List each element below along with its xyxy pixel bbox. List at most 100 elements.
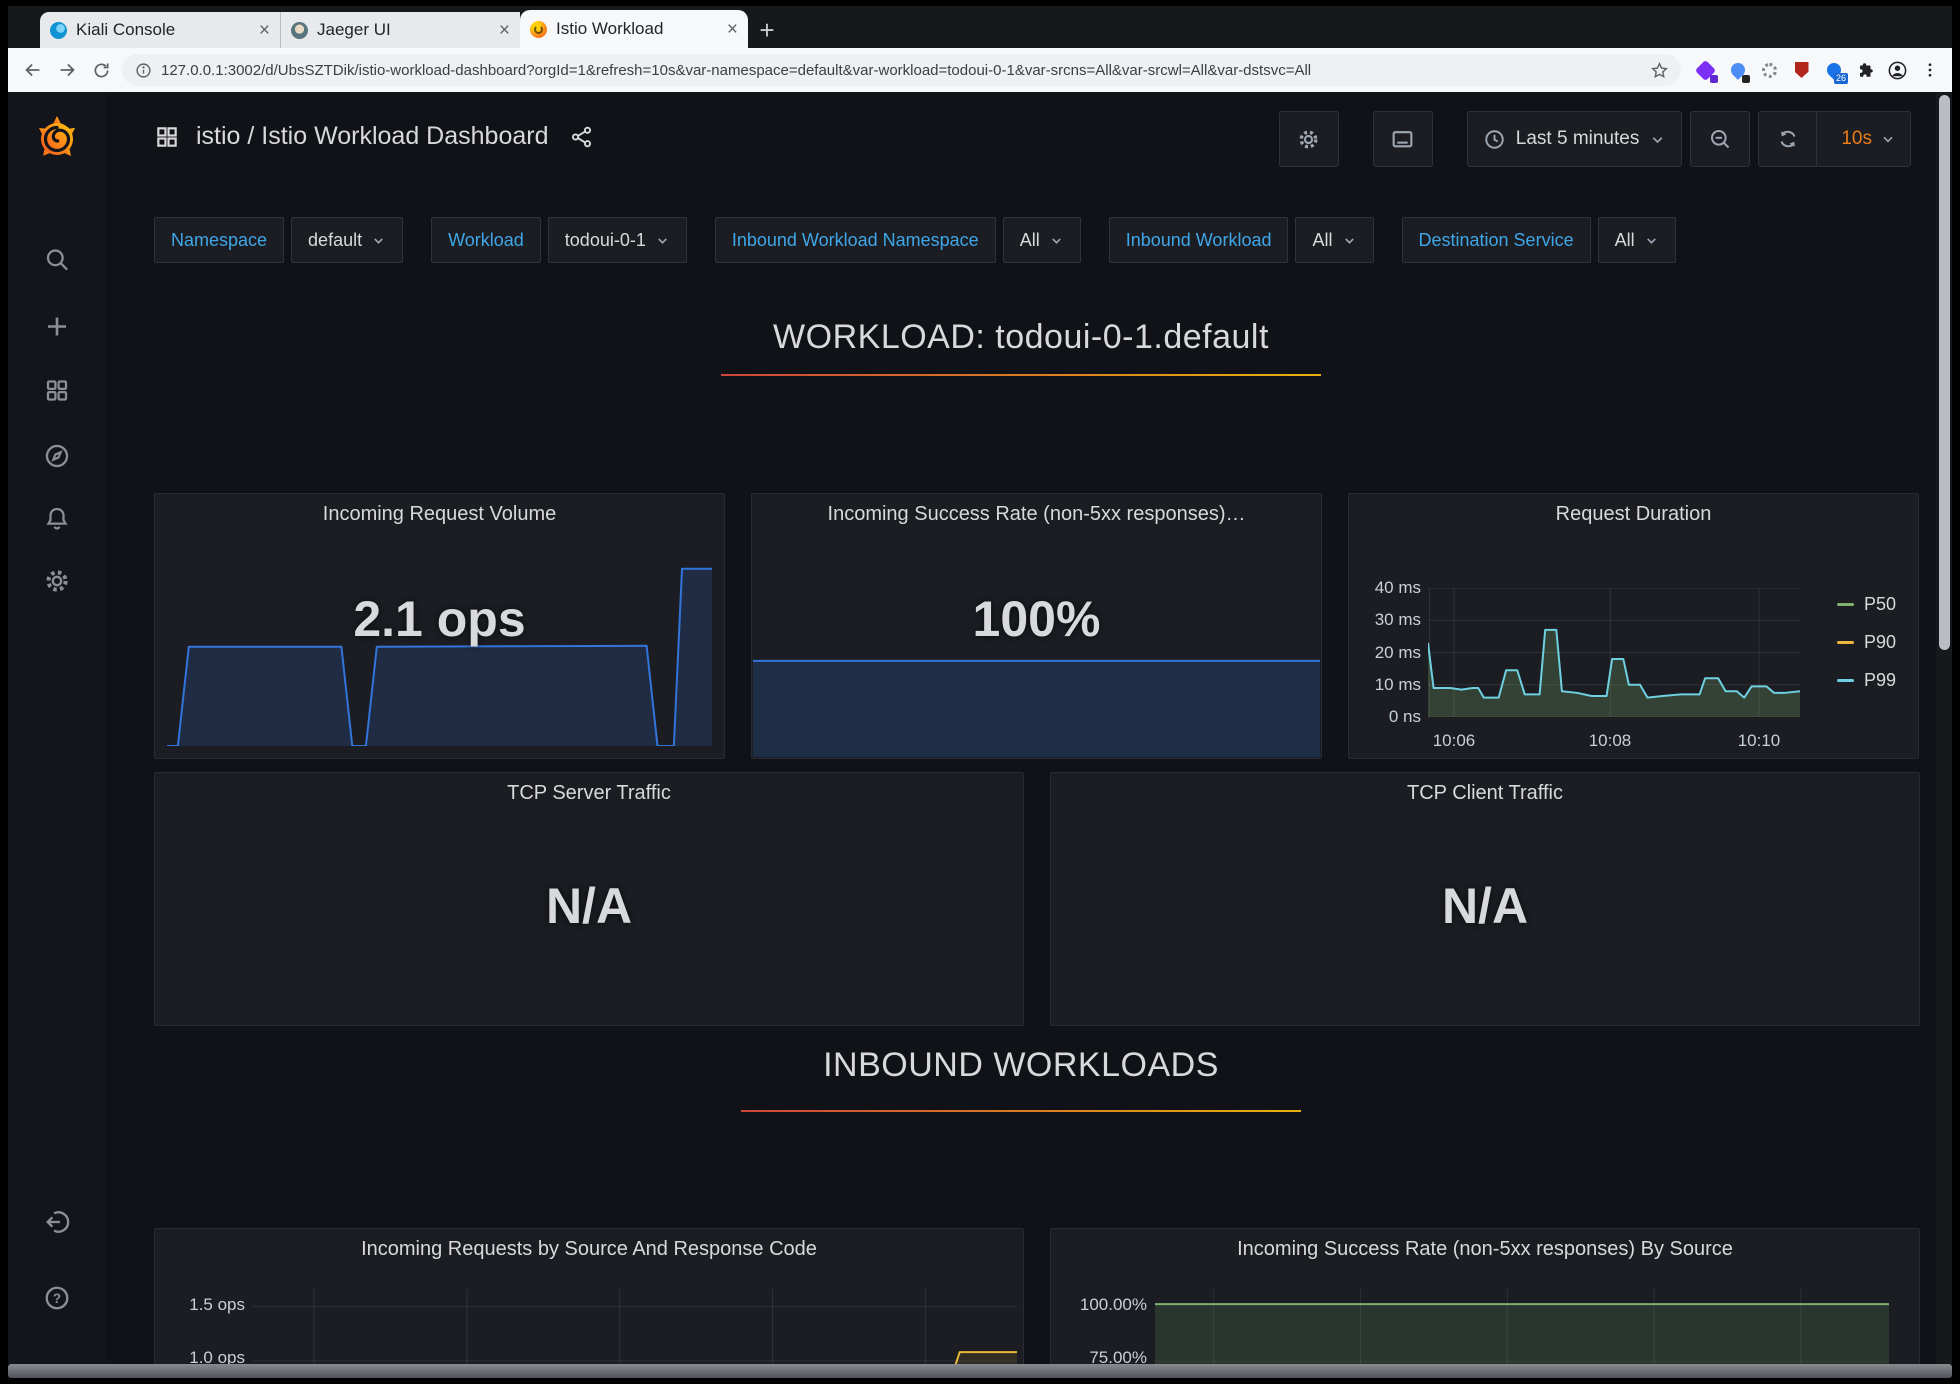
variable-label-inbound-workload: Inbound Workload <box>1109 217 1289 263</box>
y-axis-tick: 0 ns <box>1359 707 1421 727</box>
alerting-bell-icon[interactable] <box>44 505 71 532</box>
grafana-logo-icon[interactable] <box>33 114 81 162</box>
search-icon[interactable] <box>44 246 71 273</box>
extension-icon[interactable] <box>1727 60 1748 81</box>
browser-window: Kiali Console × Jaeger UI × Istio Worklo… <box>0 0 1960 1384</box>
x-axis-tick: 10:06 <box>1419 731 1489 751</box>
y-axis-tick: 1.5 ops <box>173 1295 245 1315</box>
dashboard-squares-icon[interactable] <box>154 124 180 150</box>
horizontal-scrollbar[interactable] <box>8 1364 1952 1378</box>
extension-icon[interactable] <box>1695 60 1716 81</box>
legend-item-p50[interactable]: P50 <box>1837 594 1896 615</box>
chevron-down-icon <box>1049 233 1064 248</box>
extension-badge <box>1742 75 1750 83</box>
page-info-icon[interactable] <box>134 61 152 79</box>
panel-title[interactable]: TCP Server Traffic <box>155 773 1023 813</box>
clock-icon <box>1483 128 1506 151</box>
forward-icon[interactable] <box>54 57 80 83</box>
stat-value: 100% <box>752 590 1321 648</box>
variable-label-destination-service: Destination Service <box>1402 217 1591 263</box>
share-icon[interactable] <box>570 125 594 149</box>
panel-title[interactable]: Incoming Success Rate (non-5xx responses… <box>1051 1229 1919 1269</box>
tv-kiosk-button[interactable] <box>1373 111 1433 167</box>
chevron-down-icon <box>1342 233 1357 248</box>
tab-kiali-console[interactable]: Kiali Console × <box>40 12 280 48</box>
address-bar[interactable]: 127.0.0.1:3002/d/UbsSZTDik/istio-workloa… <box>122 54 1681 86</box>
template-variables-row: Namespace default Workload todoui-0-1 In… <box>154 217 1676 263</box>
menu-kebab-icon[interactable] <box>1919 60 1940 81</box>
chevron-down-icon <box>655 233 670 248</box>
workload-section-title[interactable]: WORKLOAD: todoui-0-1.default <box>106 318 1936 357</box>
kiali-favicon-icon <box>50 22 67 39</box>
y-axis-tick: 100.00% <box>1059 1295 1147 1315</box>
dashboard-main: istio / Istio Workload Dashboard <box>106 92 1936 1364</box>
grafana-favicon-icon <box>530 21 547 38</box>
extension-icon[interactable] <box>1759 60 1780 81</box>
panel-incoming-success-rate: Incoming Success Rate (non-5xx responses… <box>751 493 1322 759</box>
y-axis-tick: 10 ms <box>1359 675 1421 695</box>
chevron-down-icon <box>371 233 386 248</box>
y-axis-tick: 30 ms <box>1359 610 1421 630</box>
variable-label-namespace: Namespace <box>154 217 284 263</box>
explore-compass-icon[interactable] <box>43 442 71 470</box>
panel-incoming-success-by-source: Incoming Success Rate (non-5xx responses… <box>1050 1228 1920 1364</box>
incoming-requests-chart <box>253 1289 1017 1364</box>
grafana-sidebar: ? <box>8 92 106 1364</box>
page-scrollbar[interactable] <box>1936 92 1952 1364</box>
reload-icon[interactable] <box>88 57 114 83</box>
time-range-picker[interactable]: Last 5 minutes <box>1467 111 1683 167</box>
panel-title[interactable]: TCP Client Traffic <box>1051 773 1919 813</box>
extension-icon[interactable]: 26 <box>1823 60 1844 81</box>
variable-value-namespace[interactable]: default <box>291 217 403 263</box>
close-tab-icon[interactable]: × <box>727 20 738 39</box>
panel-title[interactable]: Request Duration <box>1349 494 1918 534</box>
add-plus-icon[interactable] <box>44 313 71 340</box>
stat-value: N/A <box>155 877 1023 935</box>
sign-in-icon[interactable] <box>43 1208 71 1236</box>
panel-title[interactable]: Incoming Success Rate (non-5xx responses… <box>752 494 1321 534</box>
panel-title[interactable]: Incoming Requests by Source And Response… <box>155 1229 1023 1269</box>
close-tab-icon[interactable]: × <box>259 21 270 40</box>
close-tab-icon[interactable]: × <box>499 21 510 40</box>
legend-item-p99[interactable]: P99 <box>1837 670 1896 691</box>
y-axis-tick: 75.00% <box>1059 1348 1147 1364</box>
zoom-out-button[interactable] <box>1690 111 1750 167</box>
dashboard-title[interactable]: istio / Istio Workload Dashboard <box>196 122 548 151</box>
scrollbar-thumb[interactable] <box>1939 95 1950 650</box>
variable-value-destination-service[interactable]: All <box>1598 217 1676 263</box>
profile-avatar-icon[interactable] <box>1887 60 1908 81</box>
panel-tcp-client-traffic: TCP Client Traffic N/A <box>1050 772 1920 1026</box>
variable-value-inbound-workload-namespace[interactable]: All <box>1003 217 1081 263</box>
tab-title: Kiali Console <box>76 20 250 40</box>
legend-color-swatch <box>1837 679 1854 682</box>
extension-badge-count: 26 <box>1834 73 1848 84</box>
success-rate-sparkline <box>753 657 1320 757</box>
variable-label-inbound-workload-namespace: Inbound Workload Namespace <box>715 217 996 263</box>
bookmark-star-icon[interactable] <box>1649 60 1669 80</box>
url-text: 127.0.0.1:3002/d/UbsSZTDik/istio-workloa… <box>161 62 1640 79</box>
back-icon[interactable] <box>20 57 46 83</box>
incoming-success-chart <box>1155 1289 1889 1364</box>
tab-istio-workload[interactable]: Istio Workload × <box>520 10 748 48</box>
refresh-interval-dropdown[interactable]: 10s <box>1827 128 1910 150</box>
extension-badge <box>1710 75 1718 83</box>
legend-item-p90[interactable]: P90 <box>1837 632 1896 653</box>
new-tab-button[interactable]: + <box>748 12 786 48</box>
configuration-gear-icon[interactable] <box>43 567 71 595</box>
dashboard-settings-button[interactable] <box>1279 111 1339 167</box>
chart-legend: P50 P90 P99 <box>1837 594 1896 691</box>
shield-extension-icon[interactable] <box>1791 60 1812 81</box>
refresh-interval-label: 10s <box>1841 128 1872 150</box>
variable-label-workload: Workload <box>431 217 541 263</box>
time-range-label: Last 5 minutes <box>1516 128 1640 150</box>
tab-jaeger-ui[interactable]: Jaeger UI × <box>280 12 520 48</box>
panel-title[interactable]: Incoming Request Volume <box>155 494 724 534</box>
dashboards-grid-icon[interactable] <box>44 377 71 404</box>
puzzle-extensions-icon[interactable] <box>1855 60 1876 81</box>
grafana-app: ? istio / Istio Workload Dashboard <box>8 92 1952 1364</box>
variable-value-workload[interactable]: todoui-0-1 <box>548 217 687 263</box>
help-icon[interactable]: ? <box>43 1284 71 1312</box>
refresh-icon[interactable] <box>1759 112 1817 166</box>
variable-value-inbound-workload[interactable]: All <box>1295 217 1373 263</box>
inbound-section-title[interactable]: INBOUND WORKLOADS <box>106 1046 1936 1085</box>
